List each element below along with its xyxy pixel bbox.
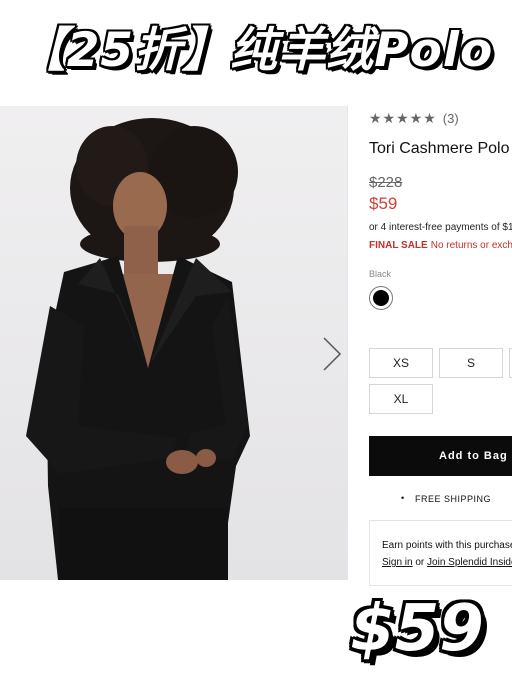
size-option-s[interactable]: S: [439, 348, 503, 378]
final-sale-note: No returns or exchanges: [430, 240, 512, 251]
shipping-note: FREE SHIPPING: [401, 493, 491, 504]
product-title: Tori Cashmere Polo: [369, 140, 510, 157]
promo-price-overlay: $59: [350, 592, 484, 666]
installments-text: or 4 interest-free payments of $14.75: [369, 222, 512, 233]
review-count[interactable]: (3): [443, 111, 459, 126]
rewards-text: Earn points with this purchase: [382, 540, 512, 551]
size-option-xl[interactable]: XL: [369, 384, 433, 414]
final-sale-notice: FINAL SALENo returns or exchanges: [369, 240, 512, 251]
promo-headline: 【25折】纯羊绒Polo: [18, 23, 494, 78]
sign-in-link[interactable]: Sign in: [382, 557, 413, 568]
product-photo: [26, 118, 250, 580]
join-insiders-link[interactable]: Join Splendid Insiders: [427, 557, 512, 568]
rating[interactable]: ★★★★★ (3): [369, 110, 459, 127]
size-option-xs[interactable]: XS: [369, 348, 433, 378]
rewards-box: Earn points with this purchase Sign in o…: [369, 520, 512, 586]
color-swatch-black[interactable]: [369, 286, 393, 310]
product-image-gallery[interactable]: [0, 106, 348, 580]
swatch-fill: [373, 290, 389, 306]
star-rating-icon: ★★★★★: [369, 110, 437, 126]
or-text: or: [415, 557, 425, 568]
add-to-bag-button[interactable]: Add to Bag: [369, 436, 512, 476]
rewards-links: Sign in or Join Splendid Insiders: [382, 554, 512, 571]
original-price: $228: [369, 174, 403, 191]
sale-price: $59: [369, 194, 398, 213]
final-sale-label: FINAL SALE: [369, 240, 428, 251]
color-label: Black: [369, 269, 392, 279]
product-details-panel: ★★★★★ (3) Tori Cashmere Polo $228 $59 or …: [369, 106, 512, 586]
next-image-arrow-icon[interactable]: [318, 334, 348, 374]
